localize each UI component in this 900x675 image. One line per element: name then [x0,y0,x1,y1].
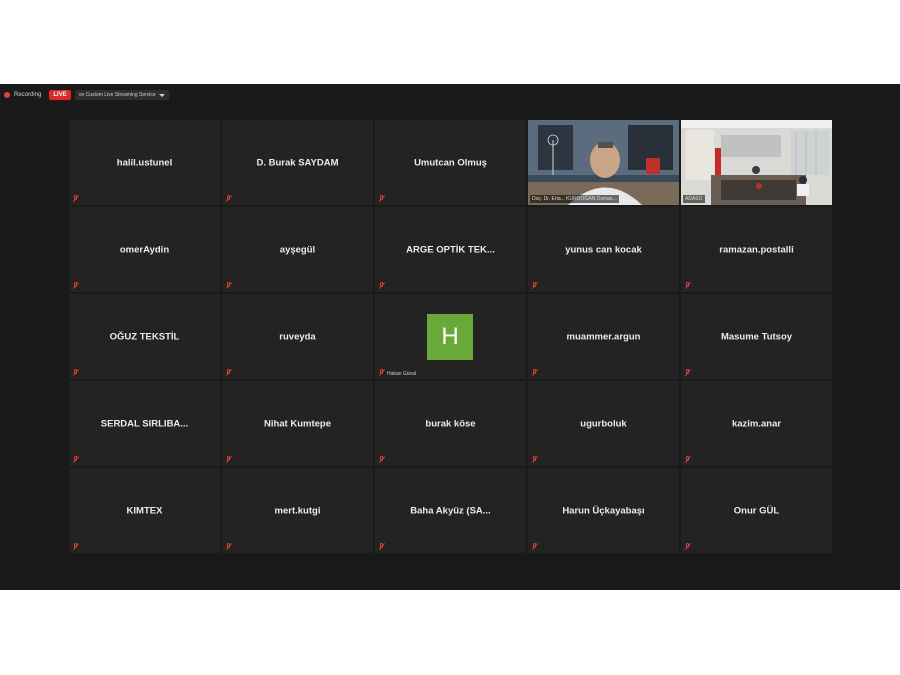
video-participant-label: ADASO [683,195,705,203]
muted-mic-icon [684,543,691,551]
participant-tile[interactable]: kazim.anar [681,381,832,466]
participant-name: ramazan.postalli [719,244,794,255]
participant-tile[interactable]: halil.ustunel [69,120,220,205]
muted-mic-icon [684,369,691,377]
participant-name: Onur GÜL [733,505,780,516]
participant-tile[interactable]: Masume Tutsoy [681,294,832,379]
participant-tile[interactable]: yunus can kocak [528,207,679,292]
muted-mic-icon [72,282,79,290]
participant-name: OĞUZ TEKSTİL [109,331,180,342]
participant-name: yunus can kocak [565,244,642,255]
muted-mic-icon [225,456,232,464]
participant-name: kazim.anar [731,418,782,429]
participant-name: ruveyda [279,331,316,342]
participant-tile-avatar[interactable]: H Hakan Günal [375,294,526,379]
muted-mic-icon [225,543,232,551]
muted-mic-icon [72,543,79,551]
muted-mic-icon [531,456,538,464]
muted-mic-icon [531,543,538,551]
recording-icon [4,92,10,98]
participant-name: ugurboluk [580,418,627,429]
participant-tile[interactable]: burak köse [375,381,526,466]
muted-mic-icon [684,456,691,464]
avatar: H [427,314,473,360]
participant-tile[interactable]: ramazan.postalli [681,207,832,292]
participant-name: omerAydin [119,244,170,255]
participant-tile[interactable]: ugurboluk [528,381,679,466]
muted-mic-icon [378,543,385,551]
participant-name: muammer.argun [566,331,641,342]
participant-name: Masume Tutsoy [720,331,793,342]
participant-video [528,120,679,205]
muted-mic-icon [378,456,385,464]
participant-tile[interactable]: Baha Akyüz (SA... [375,468,526,553]
participant-tile[interactable]: OĞUZ TEKSTİL [69,294,220,379]
participant-name: Harun Üçkayabaşı [562,505,645,516]
participant-video [681,120,832,205]
participant-tile[interactable]: Onur GÜL [681,468,832,553]
participant-name: mert.kutgi [274,505,321,516]
participant-name: Hakan Günal [387,371,417,377]
muted-mic-icon [225,195,232,203]
muted-mic-icon [531,282,538,290]
participant-name: halil.ustunel [116,157,173,168]
participant-name: Baha Akyüz (SA... [410,505,491,516]
video-participant-label: Doç. Dr. Erta... KURDOĞAN Osman... [530,195,619,203]
participant-name: KIMTEX [126,505,163,516]
stream-service-label: on Custom Live Streaming Service [78,92,156,98]
muted-mic-icon [72,369,79,377]
participant-tile[interactable]: Nihat Kumtepe [222,381,373,466]
participant-tile[interactable]: mert.kutgi [222,468,373,553]
muted-mic-icon [684,282,691,290]
participant-name: ayşegül [279,244,316,255]
participant-grid: halil.ustunel D. Burak SAYDAM Umutcan Ol… [69,120,832,554]
participant-tile[interactable]: KIMTEX [69,468,220,553]
participant-tile[interactable]: Umutcan Olmuş [375,120,526,205]
participant-name: D. Burak SAYDAM [256,157,339,168]
participant-tile[interactable]: muammer.argun [528,294,679,379]
stream-service-dropdown[interactable]: on Custom Live Streaming Service [74,90,169,100]
participant-name: burak köse [425,418,476,429]
recording-label: Recording [14,92,42,98]
participant-tile[interactable]: SERDAL SIRLIBA... [69,381,220,466]
chevron-down-icon [158,93,165,97]
muted-mic-icon [531,369,538,377]
participant-tile[interactable]: Harun Üçkayabaşı [528,468,679,553]
muted-mic-icon [378,369,385,377]
recording-bar: Recording LIVE on Custom Live Streaming … [4,88,169,102]
muted-mic-icon [378,282,385,290]
muted-mic-icon [225,369,232,377]
muted-mic-icon [72,195,79,203]
participant-name: Nihat Kumtepe [263,418,332,429]
participant-name: ARGE OPTİK TEK... [406,244,495,255]
muted-mic-icon [378,195,385,203]
participant-tile[interactable]: D. Burak SAYDAM [222,120,373,205]
participant-tile[interactable]: ruveyda [222,294,373,379]
live-badge[interactable]: LIVE [49,90,71,100]
participant-tile[interactable]: ayşegül [222,207,373,292]
participant-name: Umutcan Olmuş [414,157,487,168]
participant-name: SERDAL SIRLIBA... [100,418,189,429]
participant-tile[interactable]: ARGE OPTİK TEK... [375,207,526,292]
active-speaker-video-tile[interactable]: ADASO [681,120,832,205]
meeting-window: Recording LIVE on Custom Live Streaming … [0,84,900,590]
video-tile[interactable]: Doç. Dr. Erta... KURDOĞAN Osman... [528,120,679,205]
participant-tile[interactable]: omerAydin [69,207,220,292]
muted-mic-icon [72,456,79,464]
muted-mic-icon [225,282,232,290]
